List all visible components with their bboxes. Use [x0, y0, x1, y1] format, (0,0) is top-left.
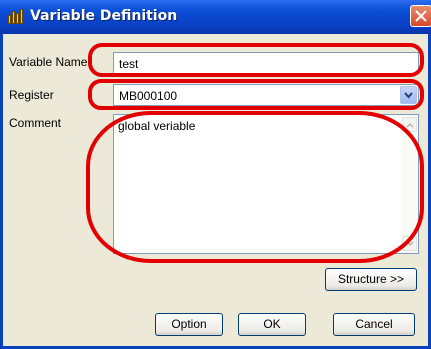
comment-textarea[interactable]: global veriable — [113, 114, 419, 254]
ok-button[interactable]: OK — [238, 313, 306, 336]
register-select[interactable]: MB000100 — [113, 84, 419, 106]
comment-scrollbar[interactable] — [401, 115, 418, 253]
register-label: Register — [9, 88, 54, 102]
register-value: MB000100 — [119, 89, 178, 103]
scroll-down-button[interactable] — [402, 236, 417, 251]
cancel-button[interactable]: Cancel — [333, 313, 415, 336]
window-title: Variable Definition — [30, 8, 178, 24]
variable-definition-dialog: Variable Definition Variable Name test R… — [0, 0, 431, 349]
register-dropdown-button[interactable] — [400, 86, 417, 104]
variable-name-label: Variable Name — [9, 55, 88, 69]
close-icon — [415, 10, 427, 22]
variable-name-value: test — [119, 57, 139, 71]
scroll-down-icon — [406, 241, 414, 247]
option-button[interactable]: Option — [155, 313, 223, 336]
scroll-up-button[interactable] — [402, 117, 417, 132]
scroll-up-icon — [406, 122, 414, 128]
title-bar[interactable]: Variable Definition — [0, 0, 431, 34]
close-button[interactable] — [410, 5, 431, 27]
structure-button[interactable]: Structure >> — [325, 268, 417, 291]
comment-value: global veriable — [118, 119, 196, 133]
chevron-down-icon — [404, 92, 413, 99]
comment-label: Comment — [9, 116, 62, 130]
variable-name-input[interactable]: test — [113, 52, 419, 74]
app-icon — [8, 9, 24, 24]
